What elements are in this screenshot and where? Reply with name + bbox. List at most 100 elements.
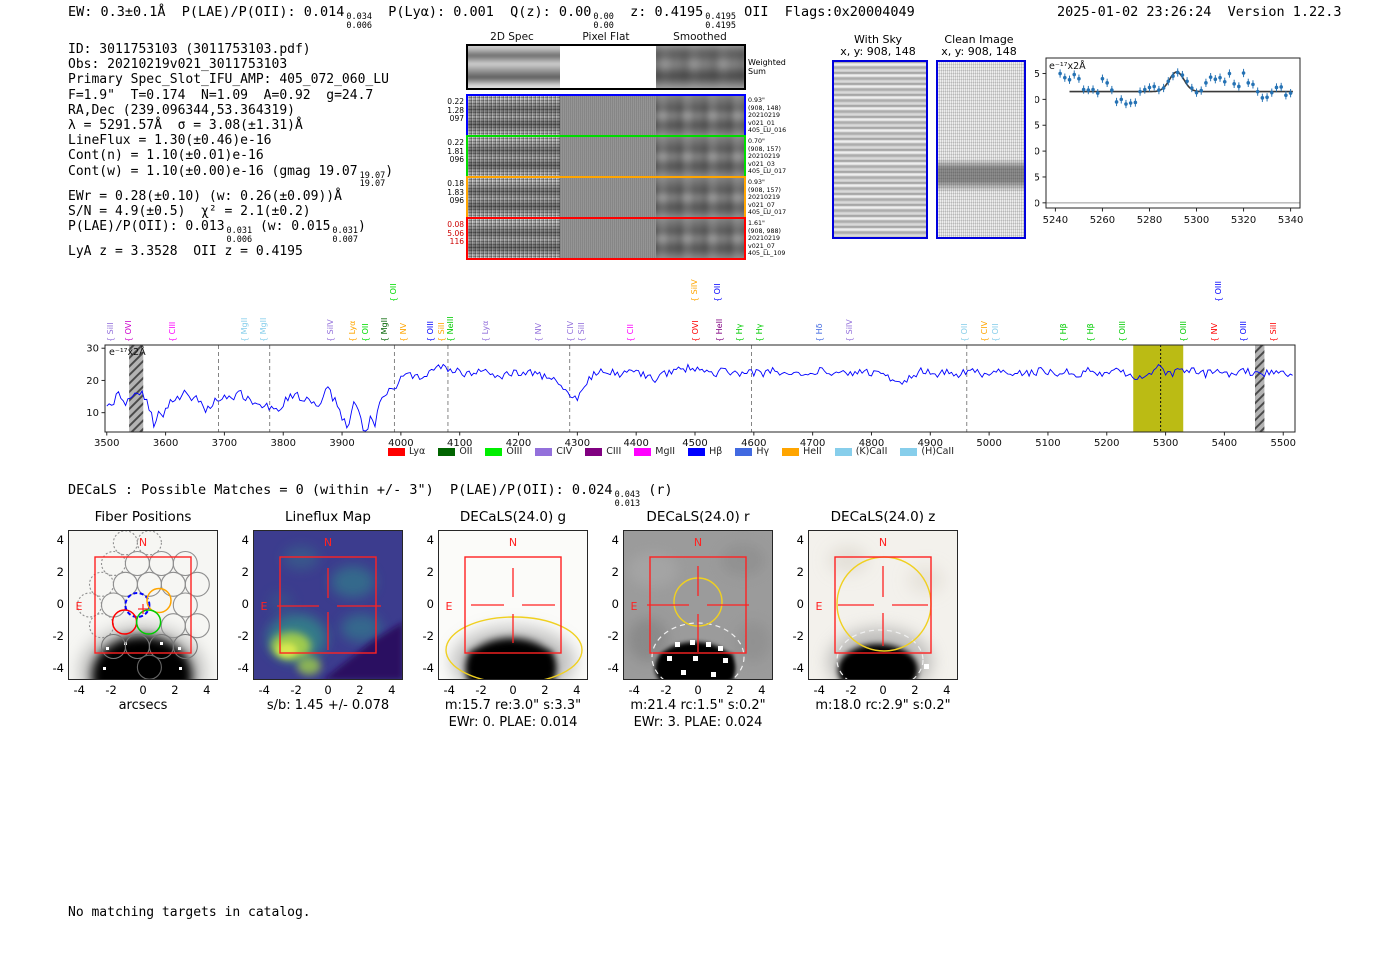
tick-label: 5320 bbox=[1231, 215, 1256, 226]
text-segment: EW: 0.3±0.1Å P(LAE)/P(OII): 0.014 bbox=[68, 4, 345, 20]
east-label: E bbox=[816, 600, 823, 613]
cutout-title: DECaLS(24.0) g bbox=[459, 509, 567, 525]
data-point bbox=[1133, 100, 1138, 105]
footer-line-1: No matching targets in catalog. bbox=[68, 905, 311, 920]
legend-item: HeII bbox=[782, 446, 822, 457]
x-tick-label: -2 bbox=[105, 683, 117, 697]
legend-item: MgII bbox=[634, 446, 675, 457]
legend-swatch bbox=[485, 447, 503, 456]
text-segment: Cont(n) = 1.10(±0.01)e-16 bbox=[68, 148, 264, 164]
emission-line-label: { SiIV bbox=[690, 279, 699, 302]
legend-swatch bbox=[900, 447, 918, 456]
x-tick-label: -4 bbox=[443, 683, 455, 697]
tick-label: 5100 bbox=[1035, 438, 1060, 449]
sup-sub-value: 0.031 0.007 bbox=[332, 226, 359, 245]
x-tick-label: 0 bbox=[509, 683, 517, 697]
text-segment: S/N = 4.9(±0.5) χ² = 2.1(±0.2) bbox=[68, 203, 311, 219]
data-point bbox=[1190, 86, 1194, 90]
data-point bbox=[1222, 79, 1227, 84]
spec2d-cell bbox=[656, 137, 744, 176]
info-line: Obs: 20210219v021_3011753103 bbox=[68, 57, 393, 72]
y-tick-label: 4 bbox=[426, 533, 434, 548]
info-line: EWr = 0.28(±0.10) (w: 0.26(±0.09))Å bbox=[68, 189, 393, 204]
y-tick-label: 0 bbox=[426, 597, 434, 611]
legend-swatch bbox=[634, 447, 652, 456]
legend-item: (H)CaII bbox=[900, 446, 954, 457]
clean-image-title: Clean Image x, y: 908, 148 bbox=[916, 34, 1042, 58]
tick-label: 10 bbox=[86, 408, 99, 419]
axes-box bbox=[1045, 57, 1301, 209]
x-tick-label: 2 bbox=[541, 683, 549, 697]
fiber-weight-label: 0.22 1.28 097 bbox=[447, 97, 464, 123]
data-point bbox=[1199, 88, 1204, 93]
y-tick-label: -2 bbox=[792, 628, 804, 643]
x-tick-label: 4 bbox=[203, 683, 211, 697]
cutout-title: DECaLS(24.0) r bbox=[646, 509, 750, 525]
spec2d-fiber-row: 0.22 1.28 097 0.93" (908, 148) 20210219 v… bbox=[447, 94, 786, 137]
tick-label: 5500 bbox=[1271, 438, 1296, 449]
data-point bbox=[1081, 87, 1086, 92]
fiber-id-label: 1.61" (908, 988) 20210219 v021_07 405_LL… bbox=[748, 220, 786, 257]
lineflux-map-panel: N E Lineflux Map -4 -2 0 2 4 4 2 0 -2 -4 s/b: 1.45 … bbox=[238, 509, 403, 713]
data-point bbox=[1142, 87, 1147, 92]
tick-label: 20 bbox=[86, 376, 99, 387]
east-label: E bbox=[261, 600, 268, 613]
clean-image bbox=[936, 60, 1026, 239]
elixer-report-page: EW: 0.3±0.1Å P(LAE)/P(OII): 0.014 0.034 0.… bbox=[0, 0, 1400, 953]
y-tick-label: 0 bbox=[796, 597, 804, 611]
spec2d-cell bbox=[468, 137, 560, 176]
legend-swatch bbox=[535, 447, 553, 456]
x-tick-label: 0 bbox=[139, 683, 147, 697]
cutout-caption: EWr: 0. PLAE: 0.014 bbox=[448, 715, 578, 730]
x-tick-label: 2 bbox=[911, 683, 919, 697]
legend-swatch bbox=[388, 447, 405, 456]
y-tick-label: 0 bbox=[241, 597, 249, 611]
text-segment: (w: 0.015 bbox=[252, 219, 331, 235]
data-point bbox=[1152, 84, 1156, 89]
legend-swatch bbox=[735, 447, 753, 456]
data-point bbox=[1237, 84, 1241, 89]
info-line: F=1.9" T=0.174 N=1.09 A=0.92 g=24.7 bbox=[68, 88, 393, 103]
tick-label: e⁻¹⁷x2Å bbox=[109, 346, 146, 358]
cutout-caption: arcsecs bbox=[118, 698, 168, 713]
x-tick-label: 2 bbox=[171, 683, 179, 697]
east-label: E bbox=[446, 600, 453, 613]
spec2d-header-smoothed: Smoothed bbox=[673, 31, 727, 43]
text-segment: F=1.9" T=0.174 N=1.09 A=0.92 g=24.7 bbox=[68, 87, 374, 103]
legend-item: OIII bbox=[485, 446, 522, 457]
fiber-weight-label: 0.22 1.81 096 bbox=[447, 138, 464, 164]
data-point bbox=[1213, 77, 1218, 82]
detection-band bbox=[1133, 345, 1184, 432]
legend-swatch bbox=[834, 447, 852, 456]
data-point bbox=[1077, 76, 1081, 81]
data-point bbox=[1067, 77, 1072, 82]
info-line: ID: 3011753103 (3011753103.pdf) bbox=[68, 42, 393, 57]
data-point bbox=[1128, 101, 1133, 105]
tick-label: 3500 bbox=[94, 438, 119, 449]
data-point bbox=[1194, 90, 1199, 95]
spec2d-fiber-row: 0.22 1.81 096 0.70" (908, 157) 20210219 v… bbox=[447, 135, 786, 178]
data-point bbox=[1227, 71, 1232, 76]
legend-label: OIII bbox=[506, 446, 523, 457]
legend-label: Hβ bbox=[709, 446, 723, 457]
data-point bbox=[1157, 88, 1161, 92]
data-point bbox=[1180, 73, 1185, 77]
y-tick-label: 0 bbox=[611, 597, 619, 611]
x-tick-label: -2 bbox=[290, 683, 302, 697]
text-segment: ID: 3011753103 (3011753103.pdf) bbox=[68, 42, 311, 57]
x-tick-label: 0 bbox=[324, 683, 332, 697]
y-tick-label: -4 bbox=[792, 660, 804, 675]
text-segment: Cont(w) = 1.10(±0.00)e-16 (gmag 19.07 bbox=[68, 163, 358, 179]
header-summary: EW: 0.3±0.1Å P(LAE)/P(OII): 0.014 0.034 0.… bbox=[68, 4, 915, 30]
data-point bbox=[1095, 91, 1100, 95]
tick-label: 3600 bbox=[153, 438, 178, 449]
spectrum-group bbox=[106, 363, 1293, 432]
data-point bbox=[1204, 81, 1208, 85]
data-point bbox=[1269, 90, 1274, 95]
clean-image-coords: x, y: 908, 148 bbox=[941, 45, 1017, 58]
spec2d-cell bbox=[656, 178, 744, 217]
data-point bbox=[1284, 93, 1288, 98]
sup-sub-value: 0.043 0.013 bbox=[614, 490, 641, 509]
info-line: Primary Spec_Slot_IFU_AMP: 405_072_060_L… bbox=[68, 72, 393, 87]
sup-sub-value: 19.07 19.07 bbox=[359, 170, 386, 190]
